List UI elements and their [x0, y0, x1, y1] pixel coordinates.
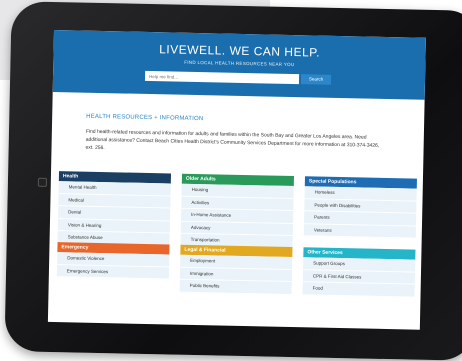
hero-banner: LIVEWELL. WE CAN HELP. FIND LOCAL HEALTH… [52, 30, 426, 100]
section-heading: HEALTH RESOURCES + INFORMATION [86, 113, 204, 123]
category-special-populations: Special Populations Homeless People with… [303, 176, 417, 239]
category-grid: Health Mental Health Medical Dental Visi… [56, 171, 419, 298]
search-button[interactable]: Search [300, 74, 332, 85]
list-item[interactable]: Public Benefits [179, 279, 292, 295]
intro-text: Find health-related resources and inform… [85, 128, 380, 152]
list-item[interactable]: Veterans [303, 223, 416, 239]
category-emergency: Emergency Domestic Violence Emergency Se… [56, 242, 170, 280]
home-button-icon [37, 177, 48, 187]
category-older-adults: Older Adults Housing Activities In-Home … [180, 173, 294, 249]
screen: LIVEWELL. WE CAN HELP. FIND LOCAL HEALTH… [47, 30, 426, 330]
list-item[interactable]: Food [302, 282, 415, 298]
category-other-services: Other Services Support Groups CPR & Firs… [302, 247, 416, 298]
category-legal-financial: Legal & Financial Employment Immigration… [179, 244, 293, 295]
search-input[interactable] [144, 70, 300, 85]
list-item[interactable]: Emergency Services [56, 264, 170, 280]
search-bar: Search [144, 70, 332, 85]
category-health: Health Mental Health Medical Dental Visi… [57, 171, 172, 246]
